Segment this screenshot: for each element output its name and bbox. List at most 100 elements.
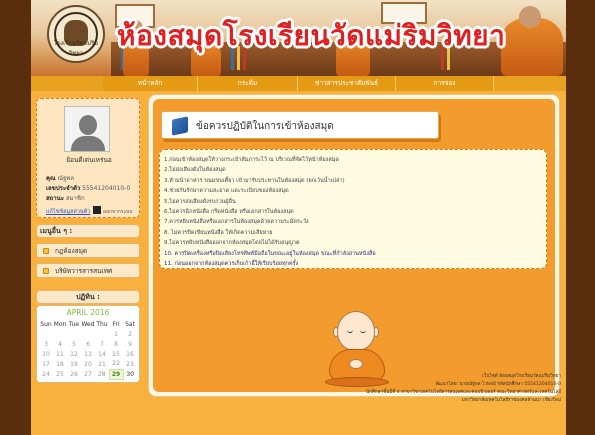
calendar-weekday: Fri — [112, 320, 120, 328]
calendar-day[interactable]: 12 — [67, 349, 81, 359]
content-panel: ข้อควรปฏิบัติในการเข้าห้องสมุด 1.ก่อนเข้… — [153, 99, 555, 392]
rule-item: 9.ไม่ควรหยิบหนังสือออกจากห้องสมุดโดยไม่ไ… — [164, 240, 300, 247]
nav-item-news[interactable]: ข่าวสารประชาสัมพันธ์ — [298, 76, 396, 91]
page-title-bar: ข้อควรปฏิบัติในการเข้าห้องสมุด — [161, 111, 439, 139]
calendar-week: 3456789 — [39, 339, 137, 349]
menu-item-label: กฎห้องสมุด — [55, 247, 88, 255]
calendar-weekday: Thu — [96, 320, 108, 328]
profile-id-row: เลขประจำตัว 55541204010-0 — [46, 183, 130, 193]
calendar-week: 12 — [39, 329, 137, 339]
profile-name-value: ณัฐพล — [57, 175, 75, 182]
logout-link[interactable]: ออกจากระบบ — [103, 208, 133, 216]
profile-name-row: คุณ ณัฐพล — [46, 173, 74, 183]
calendar-day[interactable]: 7 — [95, 339, 109, 349]
calendar-day[interactable]: 24 — [39, 369, 53, 379]
footer-line: พัฒนาโดย: นายณัฐพล ไวพจน์ รหัสนักศึกษา 5… — [435, 382, 562, 387]
calendar-day[interactable]: 25 — [53, 369, 67, 379]
calendar-grid: Sun Mon Tue Wed Thu Fri Sat 1 2 3 4 5 6 7 8 9 10 11 12 13 1… — [39, 319, 137, 380]
calendar-day[interactable]: 19 — [67, 359, 81, 369]
calendar-day[interactable]: 1 — [109, 329, 123, 339]
rule-item: 3.ห้ามนำอาหาร ขนมขบเคี้ยว เข้ามารับประทา… — [164, 177, 345, 184]
calendar-day[interactable]: 14 — [95, 349, 109, 359]
calendar-day[interactable]: 4 — [53, 339, 67, 349]
logo-text: โรงเรียนวัดแม่ริมวิทยา — [53, 40, 99, 57]
monk-eye — [360, 330, 366, 333]
rule-item: 6.ไม่ควรฉีกหนังสือ กรีดหนังสือ หรือเอกสา… — [164, 208, 294, 215]
profile-id-value: 55541204010-0 — [82, 185, 131, 192]
calendar-day[interactable]: 17 — [39, 359, 53, 369]
calendar-weekday-row: Sun Mon Tue Wed Thu Fri Sat — [39, 319, 137, 329]
calendar-day[interactable]: 20 — [81, 359, 95, 369]
profile-name-label: คุณ — [46, 175, 56, 182]
footer-line: เว็บไซต์ ห้องสมุดโรงเรียนวัดแม่ริมวิทยา — [482, 374, 561, 379]
edit-profile-link[interactable]: แก้ไขข้อมูลส่วนตัว — [46, 208, 90, 216]
book-icon — [172, 116, 188, 136]
main-content: ข้อควรปฏิบัติในการเข้าห้องสมุด 1.ก่อนเข้… — [148, 94, 560, 397]
calendar-day[interactable] — [67, 329, 81, 339]
calendar-week: 24 25 26 27 28 29 30 — [39, 368, 137, 380]
calendar-days: 1 2 3 4 5 6 7 8 9 10 11 12 13 14 15 16 17 18 19 20 21 22 23 24 2… — [39, 329, 137, 380]
footer-line: มหาวิทยาลัยเทคโนโลยีราชมงคลล้านนา เชียงใ… — [461, 398, 561, 403]
menu-item-label: บริษัทวารสารสนเทศ — [55, 267, 113, 275]
profile-card: ย้อนดีเด่นเหร่นอ คุณ ณัฐพล เลขประจำตัว 5… — [36, 98, 140, 218]
other-menu-heading: เมนูอื่น ๆ : — [36, 224, 140, 238]
footer: เว็บไซต์ ห้องสมุดโรงเรียนวัดแม่ริมวิทยาพ… — [261, 373, 561, 405]
site-container: โรงเรียนวัดแม่ริมวิทยา ห้องสมุดโรงเรียนว… — [31, 0, 566, 435]
folder-icon — [43, 248, 49, 254]
calendar-day[interactable]: 26 — [67, 369, 81, 379]
calendar-day[interactable]: 15 — [109, 349, 123, 359]
rule-item: 7.ควรหยิบหนังสือหรือเอกสารในห้องสมุดด้วย… — [164, 219, 309, 226]
calendar-day[interactable]: 22 — [109, 359, 123, 369]
calendar-day[interactable]: 8 — [109, 339, 123, 349]
rule-item: 4.ช่วยกันรักษาความสะอาด และระเบียบของห้อ… — [164, 188, 289, 195]
calendar-weekday: Mon — [53, 320, 67, 328]
calendar-day[interactable] — [53, 329, 67, 339]
calendar-day[interactable] — [95, 329, 109, 339]
rules-box: 1.ก่อนเข้าห้องสมุดให้วางกระเป๋าสัมภาระไว… — [159, 149, 547, 269]
avatar-head — [79, 115, 97, 135]
school-logo: โรงเรียนวัดแม่ริมวิทยา — [47, 5, 105, 63]
menu-item-library-rules[interactable]: กฎห้องสมุด — [36, 243, 140, 258]
avatar — [64, 106, 110, 152]
calendar-day[interactable]: 27 — [81, 369, 95, 379]
calendar-day[interactable]: 18 — [53, 359, 67, 369]
calendar-day[interactable]: 10 — [39, 349, 53, 359]
nav-item-reservation[interactable]: การจอง — [396, 76, 494, 91]
calendar-day[interactable]: 13 — [81, 349, 95, 359]
calendar-day[interactable]: 30 — [123, 369, 137, 379]
calendar-weekday: Sat — [125, 320, 135, 328]
logout-icon[interactable] — [93, 206, 101, 214]
calendar-day[interactable]: 3 — [39, 339, 53, 349]
calendar-day[interactable]: 16 — [123, 349, 137, 359]
nav-item-bell[interactable]: กระดิ่ม — [198, 76, 298, 91]
rules-list: 1.ก่อนเข้าห้องสมุดให้วางกระเป๋าสัมภาระไว… — [164, 156, 376, 270]
monk-hands — [349, 359, 363, 369]
rule-item: 1.ก่อนเข้าห้องสมุดให้วางกระเป๋าสัมภาระไว… — [164, 157, 339, 163]
calendar-widget: APRIL 2016 Sun Mon Tue Wed Thu Fri Sat 1234567… — [36, 305, 140, 383]
calendar-day[interactable] — [39, 329, 53, 339]
rule-item: 11. ก่อนออกจากห้องสมุดควรเก็บเก้าอี้ให้เ… — [164, 260, 299, 267]
calendar-day[interactable]: 11 — [53, 349, 67, 359]
rule-item: 8. ไม่ควรขีดเขียนหนังสือ ให้เกิดความเสีย… — [164, 229, 273, 236]
calendar-day[interactable]: 6 — [81, 339, 95, 349]
calendar-day[interactable] — [81, 329, 95, 339]
nav-item-home[interactable]: หน้าหลัก — [103, 76, 198, 91]
monk-eye — [347, 330, 353, 333]
profile-id-label: เลขประจำตัว — [46, 185, 81, 192]
calendar-weekday: Tue — [68, 320, 80, 328]
menu-item-journals[interactable]: บริษัทวารสารสนเทศ — [36, 263, 140, 278]
calendar-day[interactable]: 23 — [123, 359, 137, 369]
rule-item: 2.ไม่ส่งเสียงดังในห้องสมุด — [164, 167, 226, 174]
profile-status-value: สมาชิก — [65, 195, 85, 202]
calendar-day[interactable]: 21 — [95, 359, 109, 369]
profile-status-label: สถานะ — [46, 195, 64, 202]
calendar-day[interactable]: 2 — [123, 329, 137, 339]
monk-face — [337, 311, 375, 351]
rule-item: 10. ควรปิดเครื่องหรือปิดเสียงโทรศัพท์มือ… — [164, 250, 376, 257]
calendar-day[interactable]: 9 — [123, 339, 137, 349]
calendar-week: 17 18 19 20 21 22 23 — [39, 359, 137, 369]
profile-status-row: สถานะ สมาชิก — [46, 193, 85, 203]
calendar-day[interactable]: 5 — [67, 339, 81, 349]
calendar-day[interactable]: 28 — [95, 369, 109, 379]
calendar-day[interactable]: 29 — [108, 368, 124, 380]
